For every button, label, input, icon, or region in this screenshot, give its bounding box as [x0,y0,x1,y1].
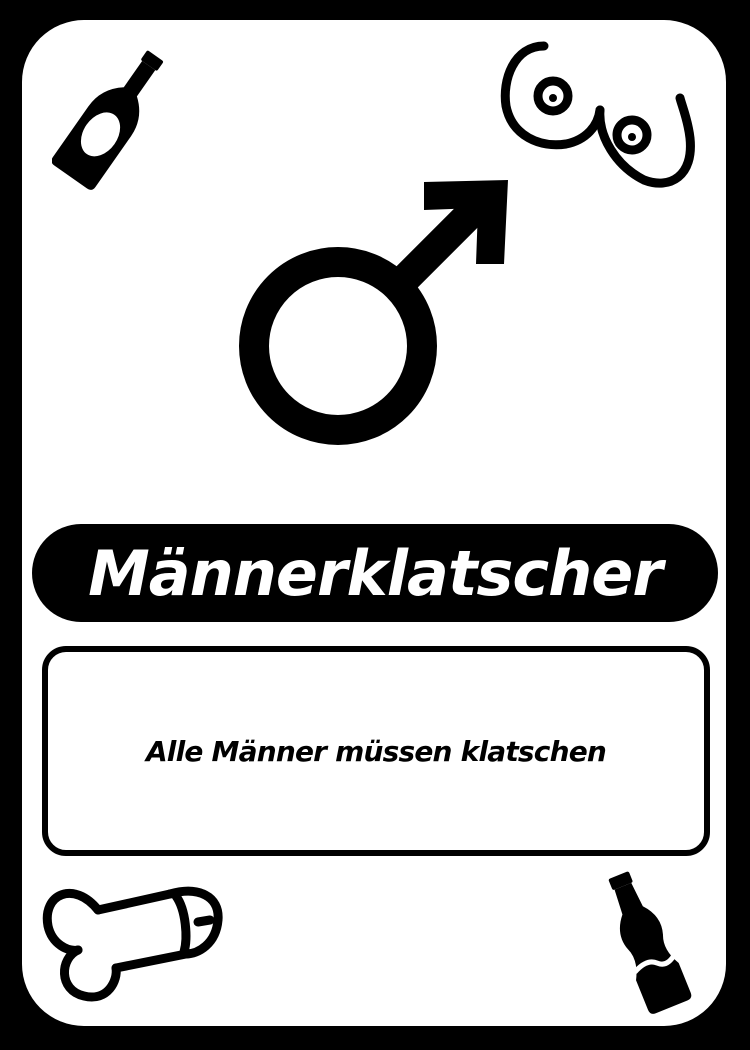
phallus-icon [38,874,224,1004]
card-frame: Männerklatscher Alle Männer müssen klats… [0,0,750,1050]
male-symbol-icon [236,176,516,452]
breasts-icon [494,40,700,190]
card-title: Männerklatscher [88,536,663,610]
description-box: Alle Männer müssen klatschen [42,646,710,856]
card-description: Alle Männer müssen klatschen [145,734,607,768]
title-banner: Männerklatscher [32,524,718,622]
cola-bottle-icon [590,866,700,1016]
beer-bottle-icon [52,38,172,198]
